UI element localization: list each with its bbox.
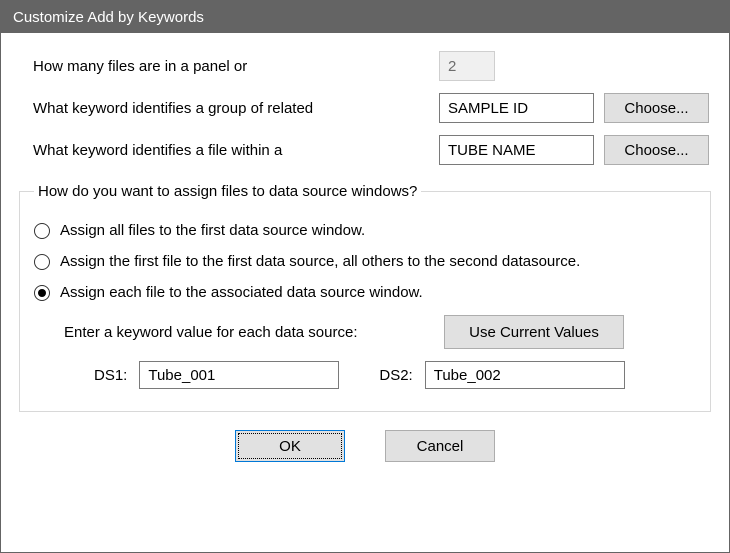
titlebar: Customize Add by Keywords — [1, 1, 729, 33]
use-current-values-button[interactable]: Use Current Values — [444, 315, 624, 349]
group-keyword-input[interactable] — [439, 93, 594, 123]
radio-option-1[interactable]: Assign the first file to the first data … — [34, 253, 696, 270]
enter-keyword-row: Enter a keyword value for each data sour… — [64, 315, 696, 349]
radio-label: Assign the first file to the first data … — [60, 253, 580, 270]
file-keyword-input[interactable] — [439, 135, 594, 165]
window-title: Customize Add by Keywords — [13, 9, 204, 26]
enter-keyword-label: Enter a keyword value for each data sour… — [64, 324, 444, 341]
ds1-label: DS1: — [94, 367, 127, 384]
radio-option-0[interactable]: Assign all files to the first data sourc… — [34, 222, 696, 239]
radio-label: Assign each file to the associated data … — [60, 284, 423, 301]
radio-option-2[interactable]: Assign each file to the associated data … — [34, 284, 696, 301]
dialog-window: Customize Add by Keywords How many files… — [0, 0, 730, 553]
radio-icon — [34, 223, 50, 239]
ok-button[interactable]: OK — [235, 430, 345, 462]
row-group-keyword: What keyword identifies a group of relat… — [19, 93, 711, 123]
files-per-panel-label: How many files are in a panel or — [19, 58, 439, 75]
cancel-button[interactable]: Cancel — [385, 430, 495, 462]
files-per-panel-input — [439, 51, 495, 81]
dialog-content: How many files are in a panel or What ke… — [1, 33, 729, 552]
radio-label: Assign all files to the first data sourc… — [60, 222, 365, 239]
row-files-per-panel: How many files are in a panel or — [19, 51, 711, 81]
group-keyword-label: What keyword identifies a group of relat… — [19, 100, 439, 117]
radio-icon — [34, 254, 50, 270]
ds2-label: DS2: — [379, 367, 412, 384]
file-keyword-label: What keyword identifies a file within a — [19, 142, 439, 159]
choose-group-keyword-button[interactable]: Choose... — [604, 93, 709, 123]
assign-legend: How do you want to assign files to data … — [34, 183, 421, 200]
data-source-row: DS1: DS2: — [94, 361, 696, 389]
dialog-footer: OK Cancel — [19, 412, 711, 478]
assign-group: How do you want to assign files to data … — [19, 183, 711, 412]
radio-icon — [34, 285, 50, 301]
row-file-keyword: What keyword identifies a file within a … — [19, 135, 711, 165]
ds1-input[interactable] — [139, 361, 339, 389]
ds2-input[interactable] — [425, 361, 625, 389]
choose-file-keyword-button[interactable]: Choose... — [604, 135, 709, 165]
